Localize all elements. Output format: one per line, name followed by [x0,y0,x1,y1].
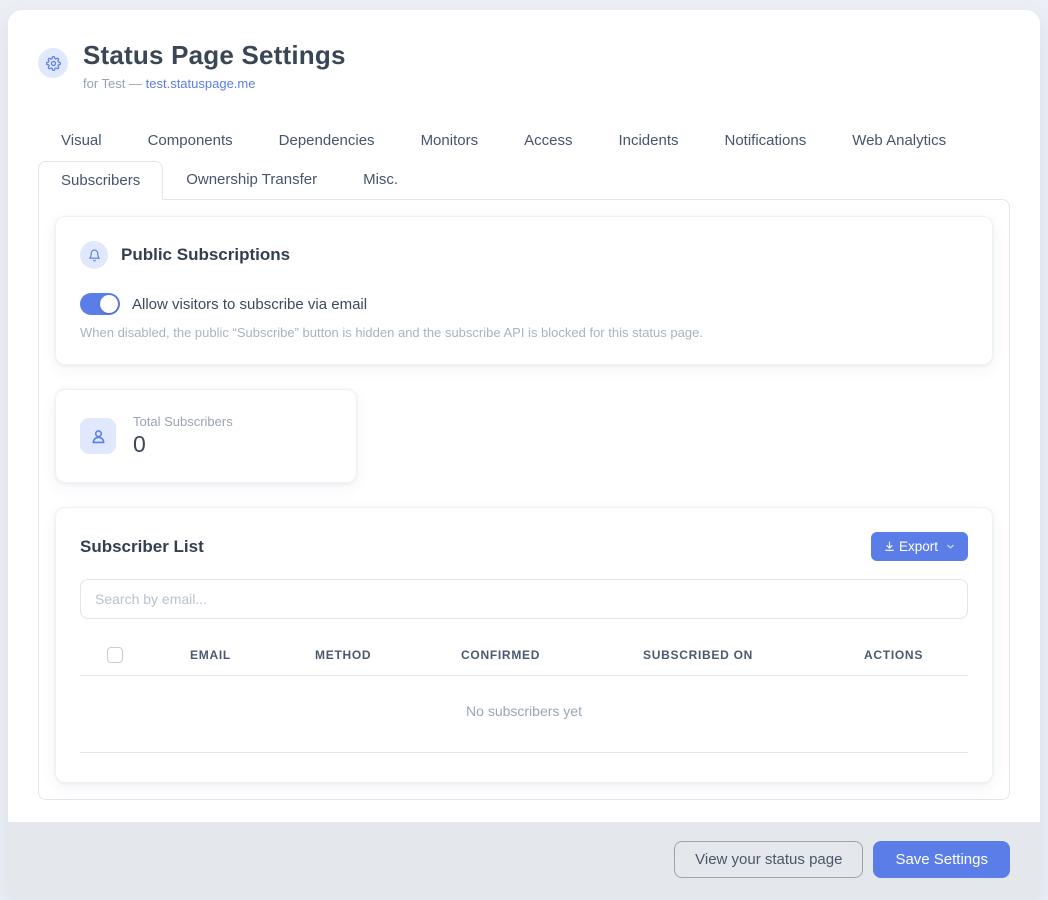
tab-misc[interactable]: Misc. [340,160,421,199]
tab-web-analytics[interactable]: Web Analytics [829,121,969,160]
card-tail-spacer [80,753,968,782]
main-content: Status Page Settings for Test — test.sta… [8,10,1040,822]
tab-dependencies[interactable]: Dependencies [256,121,398,160]
select-all-checkbox[interactable] [107,647,123,663]
tab-notifications[interactable]: Notifications [702,121,830,160]
subscribe-toggle-row: Allow visitors to subscribe via email [80,293,968,315]
empty-state-row: No subscribers yet [80,676,968,753]
search-input[interactable] [80,579,968,619]
person-icon [80,418,116,454]
select-all-cell [80,647,190,663]
chevron-down-icon [945,541,956,552]
tab-subscribers[interactable]: Subscribers [38,161,163,200]
total-subscribers-label: Total Subscribers [133,414,233,429]
header-text-block: Status Page Settings for Test — test.sta… [83,40,346,91]
settings-window: Status Page Settings for Test — test.sta… [8,10,1040,900]
column-header-method: METHOD [315,648,461,662]
export-button-label: Export [899,539,938,554]
page-header: Status Page Settings for Test — test.sta… [38,40,1010,91]
subscribers-panel: Public Subscriptions Allow visitors to s… [38,199,1010,800]
subscribe-toggle-label: Allow visitors to subscribe via email [132,296,367,313]
subscriber-list-card: Subscriber List Export [55,507,993,783]
column-header-email: EMAIL [190,648,315,662]
gear-icon [38,48,68,78]
save-settings-button[interactable]: Save Settings [873,841,1010,878]
public-subscriptions-card: Public Subscriptions Allow visitors to s… [55,216,993,365]
tab-incidents[interactable]: Incidents [595,121,701,160]
subscribe-helper-text: When disabled, the public “Subscribe” bu… [80,325,968,340]
subscriber-list-title: Subscriber List [80,537,204,557]
total-subscribers-card: Total Subscribers 0 [55,389,357,483]
column-header-actions: ACTIONS [864,648,968,662]
download-icon [883,540,896,553]
empty-state-message: No subscribers yet [466,703,582,719]
subscriber-list-header: Subscriber List Export [80,532,968,561]
footer-bar: View your status page Save Settings [8,822,1040,900]
status-page-link[interactable]: test.statuspage.me [146,76,256,91]
subscribe-toggle[interactable] [80,293,120,315]
subscriber-table-header: EMAIL METHOD CONFIRMED SUBSCRIBED ON ACT… [80,635,968,676]
public-subscriptions-header: Public Subscriptions [80,241,968,269]
toggle-knob [100,295,118,313]
tab-monitors[interactable]: Monitors [398,121,502,160]
subtitle-prefix: for Test — [83,76,146,91]
total-subscribers-text: Total Subscribers 0 [133,414,233,458]
view-status-page-button[interactable]: View your status page [674,841,863,878]
page-title: Status Page Settings [83,40,346,71]
column-header-confirmed: CONFIRMED [461,648,643,662]
tab-ownership-transfer[interactable]: Ownership Transfer [163,160,340,199]
public-subscriptions-title: Public Subscriptions [121,245,290,265]
total-subscribers-value: 0 [133,431,233,458]
tab-row-secondary: Subscribers Ownership Transfer Misc. [38,160,1010,199]
page-subtitle: for Test — test.statuspage.me [83,76,346,91]
tab-components[interactable]: Components [125,121,256,160]
bell-icon [80,241,108,269]
export-button[interactable]: Export [871,532,968,561]
tab-row-primary: Visual Components Dependencies Monitors … [38,121,1010,160]
tab-access[interactable]: Access [501,121,595,160]
column-header-subscribed-on: SUBSCRIBED ON [643,648,864,662]
tab-visual[interactable]: Visual [38,121,125,160]
